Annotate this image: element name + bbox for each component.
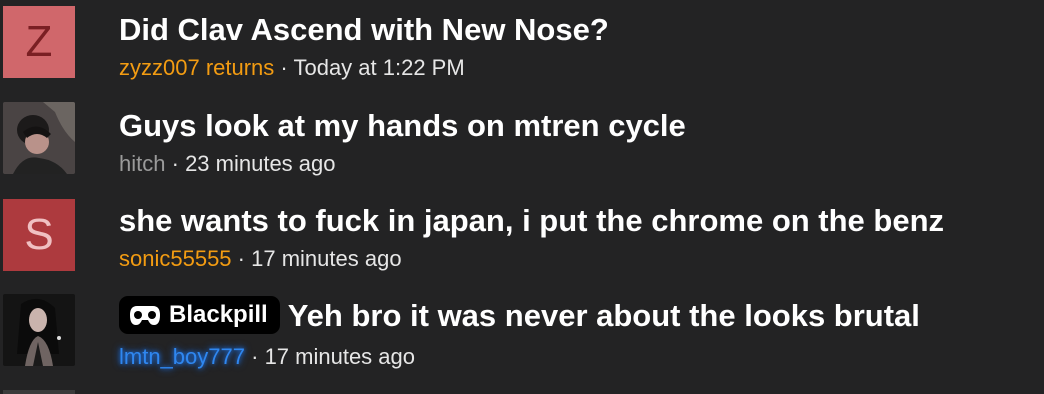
meta-separator: · [237, 246, 245, 271]
avatar[interactable]: S [3, 199, 75, 271]
author-link[interactable]: sonic55555 [119, 246, 232, 271]
thread-title-link[interactable]: Guys look at my hands on mtren cycle [119, 108, 686, 144]
thread-timestamp: 17 minutes ago [264, 344, 415, 369]
author-link[interactable]: zyzz007 returns [119, 55, 274, 80]
thread-meta: lmtn_boy777 · 17 minutes ago [119, 344, 415, 370]
thread-timestamp: Today at 1:22 PM [293, 55, 465, 80]
thread-item[interactable]: Blackpill Yeh bro it was never about the… [0, 290, 1044, 386]
avatar[interactable] [3, 102, 75, 174]
next-thread-avatar-edge [3, 390, 75, 394]
author-link[interactable]: lmtn_boy777 [119, 344, 245, 369]
gamepad-icon [130, 305, 160, 325]
thread-title-link[interactable]: Did Clav Ascend with New Nose? [119, 12, 609, 48]
author-link[interactable]: hitch [119, 151, 165, 176]
thread-meta: zyzz007 returns · Today at 1:22 PM [119, 55, 465, 81]
thread-prefix-badge[interactable]: Blackpill [119, 295, 280, 334]
thread-timestamp: 17 minutes ago [251, 246, 402, 271]
thread-title-link[interactable]: Yeh bro it was never about the looks bru… [288, 298, 920, 333]
user-photo-avatar-icon [3, 102, 75, 174]
meta-separator: · [171, 151, 179, 176]
meta-separator: · [251, 344, 259, 369]
thread-meta: sonic55555 · 17 minutes ago [119, 246, 402, 272]
thread-title-row: Blackpill Yeh bro it was never about the… [119, 295, 920, 337]
user-photo-avatar-icon [3, 294, 75, 366]
meta-separator: · [280, 55, 288, 80]
thread-timestamp: 23 minutes ago [185, 151, 336, 176]
avatar[interactable] [3, 294, 75, 366]
thread-item[interactable]: Z Did Clav Ascend with New Nose? zyzz007… [0, 0, 1044, 96]
thread-title-link[interactable]: she wants to fuck in japan, i put the ch… [119, 203, 944, 239]
thread-meta: hitch · 23 minutes ago [119, 151, 336, 177]
thread-item[interactable]: S she wants to fuck in japan, i put the … [0, 193, 1044, 289]
thread-list: Z Did Clav Ascend with New Nose? zyzz007… [0, 0, 1044, 394]
avatar[interactable]: Z [3, 6, 75, 78]
thread-prefix-label: Blackpill [169, 300, 268, 328]
thread-item[interactable]: Guys look at my hands on mtren cycle hit… [0, 96, 1044, 192]
